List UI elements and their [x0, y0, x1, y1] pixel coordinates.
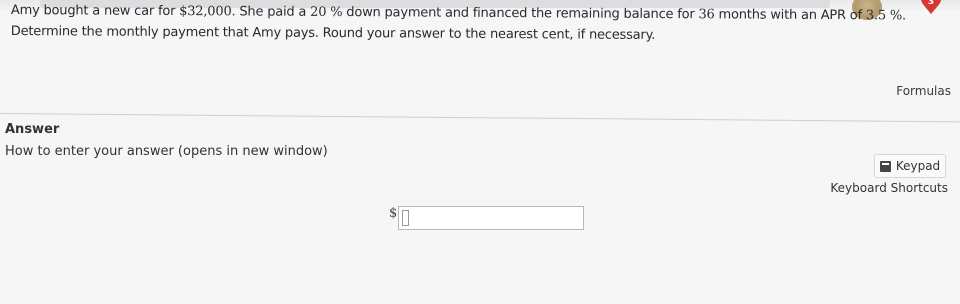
keypad-label: Keypad	[895, 159, 941, 173]
answer-heading: Answer	[5, 122, 60, 137]
months-value: 36	[698, 7, 715, 23]
how-to-enter-answer-link[interactable]: How to enter your answer (opens in new w…	[5, 144, 328, 159]
down-payment-percent: 20 %	[310, 4, 343, 21]
keyboard-shortcuts-link[interactable]: Keyboard Shortcuts	[830, 181, 948, 195]
question-text: Amy bought a new car for $32,000. She pa…	[10, 2, 907, 43]
formulas-link[interactable]: Formulas	[896, 84, 951, 98]
keypad-icon	[879, 160, 891, 172]
price-value: $32,000	[179, 4, 232, 20]
answer-input[interactable]	[398, 206, 584, 230]
apr-value: 3.5 %	[865, 8, 903, 24]
keypad-button[interactable]: Keypad	[874, 154, 946, 178]
currency-symbol: $	[389, 206, 398, 221]
section-divider	[0, 113, 960, 123]
